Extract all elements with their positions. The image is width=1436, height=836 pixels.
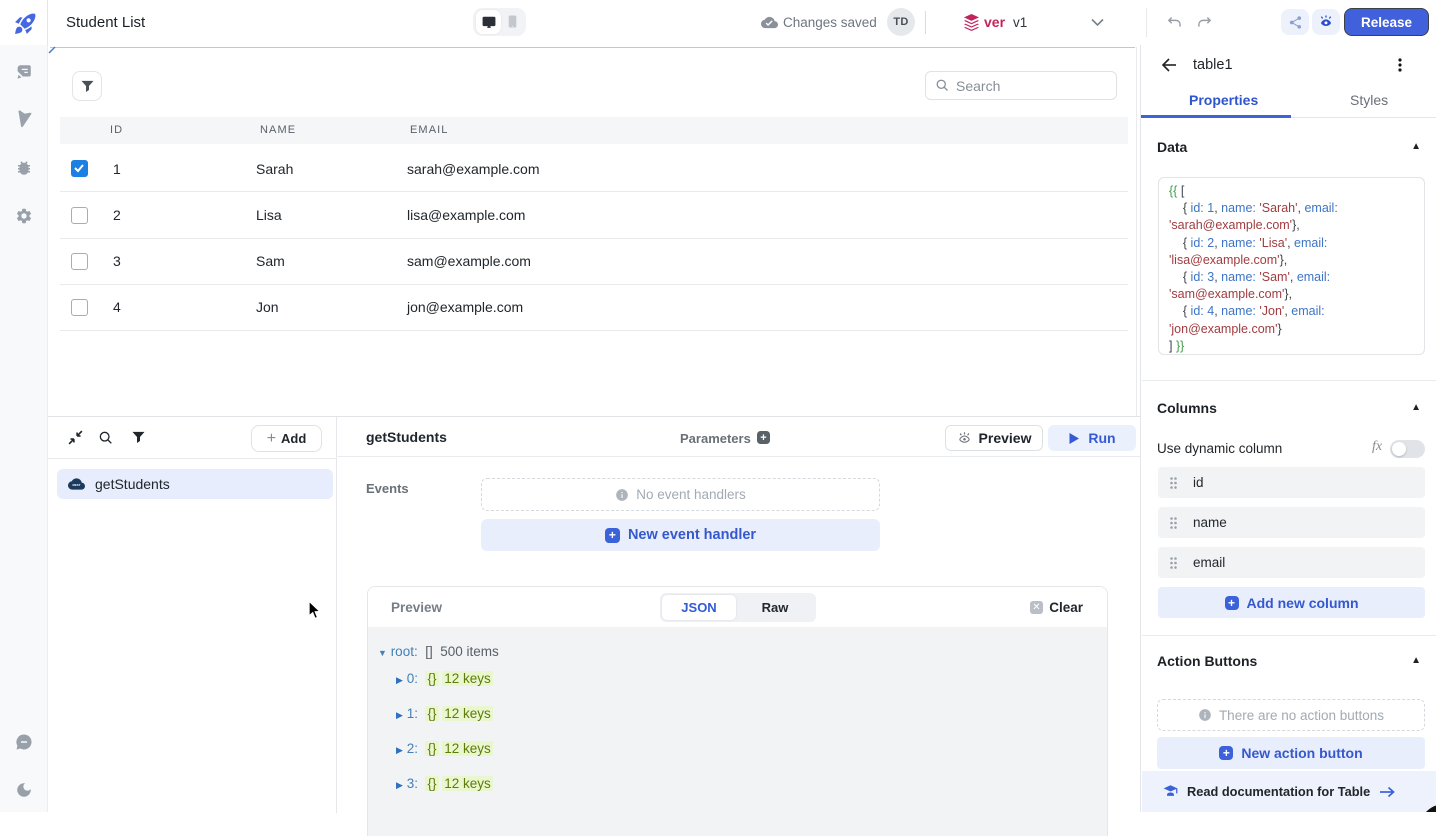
svg-text:REST: REST [73, 483, 81, 487]
